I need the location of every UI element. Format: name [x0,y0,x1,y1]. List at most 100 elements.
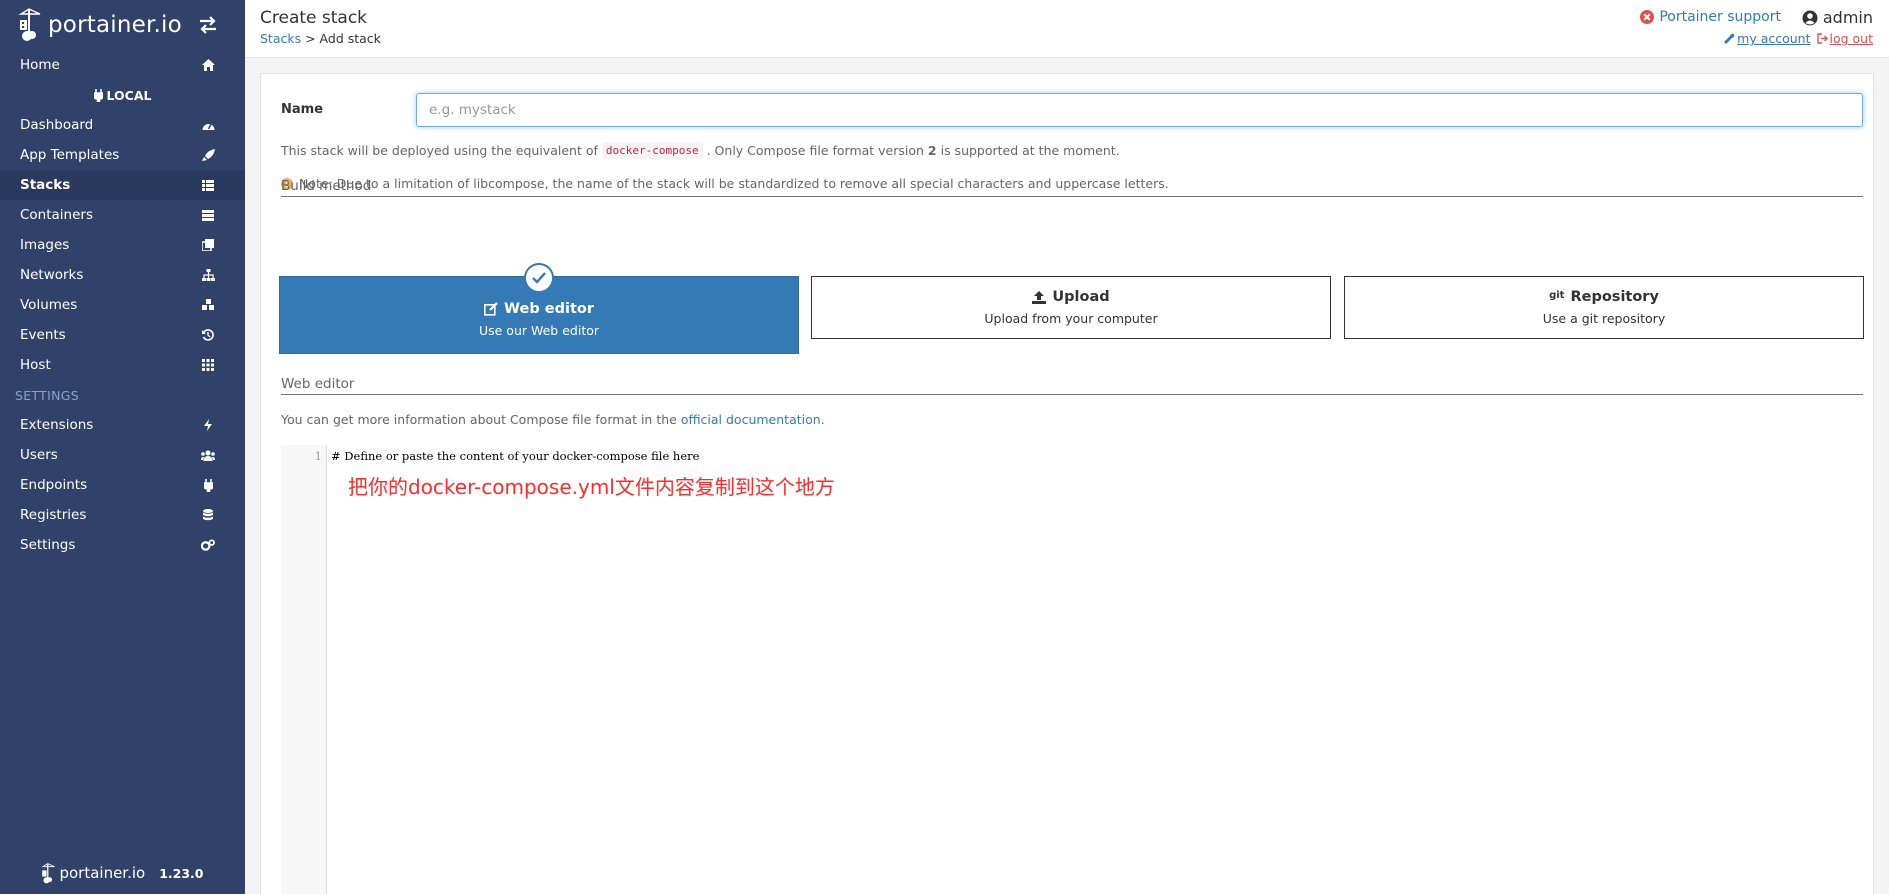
sidebar-item-label: Users [20,447,58,463]
method-desc: Use our Web editor [478,322,600,338]
support-link[interactable]: Portainer support [1640,9,1781,25]
official-documentation-link[interactable]: official documentation [681,412,821,427]
sidebar-item-endpoints[interactable]: Endpoints [0,470,245,500]
sidebar-item-label: Networks [20,267,84,283]
sidebar-item-extensions[interactable]: Extensions [0,410,245,440]
code-editor[interactable]: 1 # Define or paste the content of your … [281,445,1863,894]
sidebar-item-label: Dashboard [20,117,94,133]
git-icon: git [1549,289,1565,301]
account-links: my account log out [1724,31,1873,46]
sidebar-item-app-templates[interactable]: App Templates [0,140,245,170]
sidebar-item-label: Home [20,57,60,73]
build-method-upload[interactable]: Upload Upload from your computer [811,276,1331,339]
exchange-icon[interactable] [197,14,219,36]
clone-icon [201,238,215,252]
sidebar-item-settings[interactable]: Settings [0,530,245,560]
home-icon [201,58,215,72]
sidebar-item-label: Host [20,357,51,373]
plug-icon [201,478,215,492]
user-circle-icon [1802,10,1818,25]
info-mid: . Only Compose file format version [706,143,928,158]
sidebar-item-stacks[interactable]: Stacks [0,170,245,200]
breadcrumb-link-stacks[interactable]: Stacks [260,31,301,46]
breadcrumb-current: Add stack [319,31,381,46]
editor-gutter: 1 [281,445,327,894]
history-icon [201,328,215,342]
tachometer-icon [201,118,215,132]
sidebar-header: portainer.io [0,0,245,50]
portainer-crane-icon [41,862,56,883]
settings-section-title: SETTINGS [15,387,79,403]
sidebar-item-host[interactable]: Host [0,350,245,380]
users-icon [201,448,215,462]
sidebar-item-volumes[interactable]: Volumes [0,290,245,320]
footer-brand: portainer.io [59,864,146,882]
endpoint-label: LOCAL [0,80,245,110]
editor-line: # Define or paste the content of your do… [331,449,700,463]
logo-text: portainer.io [48,12,182,38]
method-title: Upload [1052,289,1110,305]
build-method-repository[interactable]: git Repository Use a git repository [1344,276,1864,339]
line-number: 1 [314,449,322,463]
docker-compose-code: docker-compose [601,142,703,159]
annotation-text: 把你的docker-compose.yml文件内容复制到这个地方 [348,475,835,499]
page-header: Create stack Stacks > Add stack Portaine… [245,0,1889,58]
breadcrumb-separator: > [301,31,320,46]
footer-logo: portainer.io [41,862,146,884]
my-account-label: my account [1737,31,1811,46]
username: admin [1822,8,1873,27]
breadcrumb: Stacks > Add stack [260,31,381,46]
wrench-icon [1724,33,1735,44]
sidebar-item-label: Volumes [20,297,78,313]
sidebar-item-networks[interactable]: Networks [0,260,245,290]
sidebar-item-users[interactable]: Users [0,440,245,470]
method-desc: Upload from your computer [984,311,1158,326]
name-label: Name [281,102,324,117]
editor-info-suffix: . [820,412,825,427]
method-title: Web editor [504,300,594,317]
sidebar-item-label: Containers [20,207,94,223]
compose-info-text: This stack will be deployed using the eq… [281,142,1120,159]
compose-version: 2 [927,143,937,158]
portainer-logo[interactable]: portainer.io [18,8,182,42]
sidebar-footer: portainer.io 1.23.0 [0,858,245,888]
logout-link[interactable]: log out [1816,31,1874,46]
sidebar-item-registries[interactable]: Registries [0,500,245,530]
method-title: Repository [1570,289,1659,305]
sidebar-item-events[interactable]: Events [0,320,245,350]
sidebar-item-label: Endpoints [20,477,88,493]
check-icon [524,263,554,293]
list-icon [201,208,215,222]
info-prefix: This stack will be deployed using the eq… [281,143,598,158]
sidebar-item-dashboard[interactable]: Dashboard [0,110,245,140]
stack-name-input[interactable] [416,93,1863,127]
portainer-crane-icon [18,8,41,41]
rocket-icon [201,148,215,162]
info-suffix: is supported at the moment. [936,143,1120,158]
build-method-web-editor[interactable]: Web editor Use our Web editor [279,263,799,354]
endpoint-name: LOCAL [106,87,152,103]
support-label: Portainer support [1659,9,1781,25]
web-editor-title: Web editor [281,376,1863,395]
logout-label: log out [1829,31,1874,46]
my-account-link[interactable]: my account [1724,31,1811,46]
times-circle-icon [1640,10,1655,24]
plug-icon [93,88,103,102]
cubes-icon [201,298,215,312]
sidebar-item-home[interactable]: Home [0,50,245,80]
upload-icon [1032,290,1047,304]
version-label: 1.23.0 [159,865,204,881]
sidebar-item-label: Images [20,237,70,253]
web-editor-info: You can get more information about Compo… [281,412,825,427]
sidebar-item-label: Events [20,327,66,343]
sidebar-item-images[interactable]: Images [0,230,245,260]
database-icon [201,508,215,522]
create-stack-form: Name This stack will be deployed using t… [260,73,1874,894]
sidebar-item-containers[interactable]: Containers [0,200,245,230]
bolt-icon [201,418,215,432]
sidebar-item-label: Registries [20,507,87,523]
page-title: Create stack [260,8,368,28]
sidebar-item-label: Settings [20,537,76,553]
sidebar-item-label: Extensions [20,417,94,433]
th-icon [201,358,215,372]
